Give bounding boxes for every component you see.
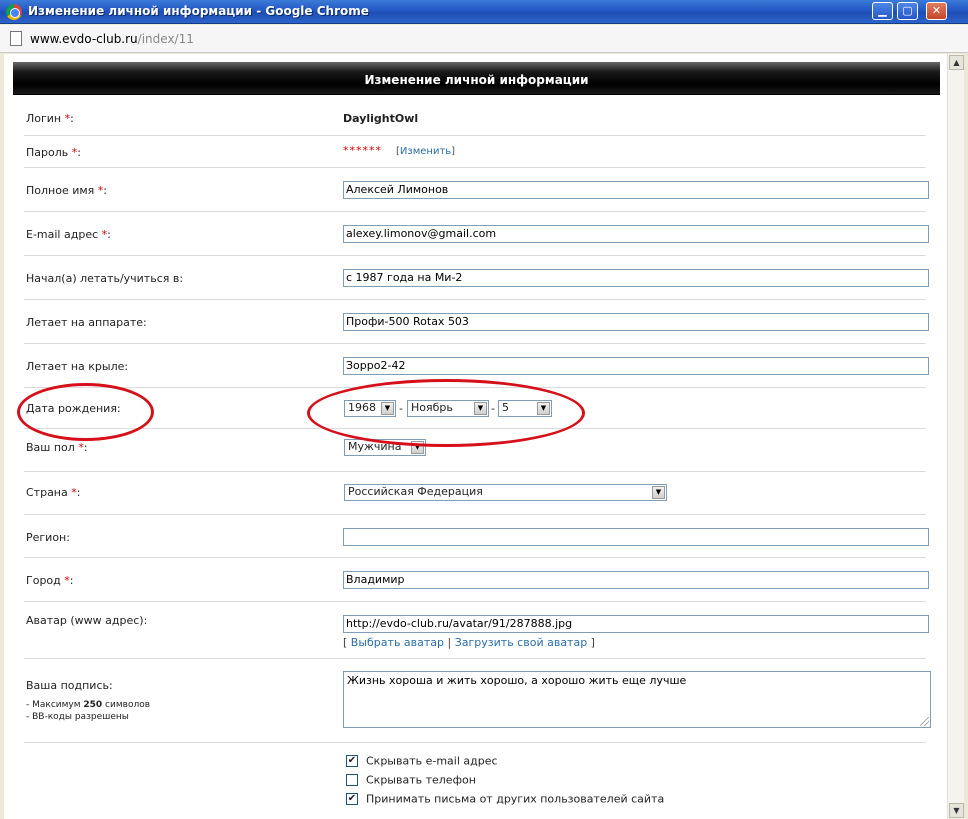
hide-phone-label: Скрывать телефон	[366, 773, 476, 787]
avatar-links: [ Выбрать аватар | Загрузить свой аватар…	[343, 636, 595, 649]
row-started: Начал(а) летать/учиться в: с 1987 года н…	[24, 256, 929, 300]
signature-hint: - Максимум 250 символов - BB-коды разреш…	[26, 700, 151, 722]
hide-phone-option[interactable]: Скрывать телефон	[346, 773, 476, 789]
row-login: Логин *: DaylightOwl	[24, 98, 926, 136]
resize-grip-icon[interactable]	[920, 717, 929, 726]
country-select[interactable]: Российская Федерация ▼	[344, 484, 667, 501]
vertical-scrollbar[interactable]: ▲ ▼	[947, 54, 964, 819]
hide-email-option[interactable]: ✔ Скрывать e-mail адрес	[346, 754, 498, 770]
aircraft-label: Летает на аппарате:	[26, 316, 147, 329]
choose-avatar-link[interactable]: Выбрать аватар	[351, 636, 444, 649]
row-password: Пароль *: ****** [Изменить]	[24, 136, 926, 168]
signature-bb-hint: - BB-коды разрешены	[26, 712, 129, 722]
options-block: ✔ Скрывать e-mail адрес Скрывать телефон …	[24, 743, 926, 813]
fullname-label: Полное имя *:	[26, 184, 108, 197]
window-titlebar: Изменение личной информации - Google Chr…	[0, 0, 968, 24]
url-path: /index/11	[137, 32, 194, 46]
gender-label: Ваш пол *:	[26, 441, 88, 454]
fullname-input[interactable]: Алексей Лимонов	[343, 181, 929, 199]
aircraft-input[interactable]: Профи-500 Rotax 503	[343, 313, 929, 331]
row-country: Страна *: Российская Федерация ▼	[24, 472, 926, 515]
accept-mail-option[interactable]: ✔ Принимать письма от других пользователе…	[346, 792, 664, 808]
minimize-button[interactable]: ▁	[872, 2, 893, 20]
page-viewport: Изменение личной информации Логин *: Day…	[4, 54, 964, 819]
row-signature: Ваша подпись: - Максимум 250 символов - …	[24, 659, 931, 743]
password-label: Пароль *:	[26, 146, 81, 159]
row-region: Регион:	[24, 515, 929, 558]
profile-form: Логин *: DaylightOwl Пароль *: ****** [И…	[24, 98, 931, 813]
scroll-up-icon[interactable]: ▲	[949, 55, 964, 70]
accept-mail-label: Принимать письма от других пользователей…	[366, 792, 665, 806]
row-city: Город *: Владимир	[24, 558, 929, 602]
wing-input[interactable]: Зорро2-42	[343, 357, 929, 375]
address-bar[interactable]: www.evdo-club.ru/index/11	[0, 25, 968, 53]
page-header: Изменение личной информации	[13, 62, 940, 95]
region-label: Регион:	[26, 531, 70, 544]
annotation-ellipse-label	[17, 383, 154, 441]
chevron-down-icon: ▼	[652, 486, 665, 499]
accept-mail-checkbox[interactable]: ✔	[346, 793, 358, 805]
hide-phone-checkbox[interactable]	[346, 774, 358, 786]
row-fullname: Полное имя *: Алексей Лимонов	[24, 168, 929, 212]
row-email: E-mail адрес *: alexey.limonov@gmail.com	[24, 212, 929, 256]
row-aircraft: Летает на аппарате: Профи-500 Rotax 503	[24, 300, 929, 344]
annotation-ellipse-date	[307, 379, 585, 447]
hide-email-checkbox[interactable]: ✔	[346, 755, 358, 767]
email-label: E-mail адрес *:	[26, 228, 111, 241]
chrome-icon	[6, 4, 22, 20]
hide-email-label: Скрывать e-mail адрес	[366, 754, 498, 768]
city-input[interactable]: Владимир	[343, 571, 929, 589]
email-input[interactable]: alexey.limonov@gmail.com	[343, 225, 929, 243]
signature-label: Ваша подпись:	[26, 679, 113, 692]
scroll-down-icon[interactable]: ▼	[949, 803, 964, 818]
avatar-input[interactable]: http://evdo-club.ru/avatar/91/287888.jpg	[343, 615, 929, 633]
avatar-label: Аватар (www адрес):	[26, 614, 148, 627]
wing-label: Летает на крыле:	[26, 360, 129, 373]
change-password-link[interactable]: Изменить	[400, 146, 451, 157]
password-value: ****** [Изменить]	[343, 144, 456, 157]
region-input[interactable]	[343, 528, 929, 546]
started-label: Начал(а) летать/учиться в:	[26, 272, 184, 285]
close-button[interactable]: ✕	[926, 2, 947, 20]
upload-avatar-link[interactable]: Загрузить свой аватар	[455, 636, 587, 649]
country-label: Страна *:	[26, 486, 81, 499]
url-host: www.evdo-club.ru	[30, 32, 138, 46]
login-label: Логин *:	[26, 112, 74, 125]
signature-max-count: 250	[83, 700, 103, 710]
started-input[interactable]: с 1987 года на Ми-2	[343, 269, 929, 287]
city-label: Город *:	[26, 574, 74, 587]
url-text[interactable]: www.evdo-club.ru/index/11	[30, 32, 194, 46]
row-avatar: Аватар (www адрес): http://evdo-club.ru/…	[24, 602, 929, 659]
password-stars: ******	[343, 144, 382, 157]
page-icon	[10, 31, 22, 46]
signature-textarea[interactable]: Жизнь хороша и жить хорошо, а хорошо жит…	[343, 671, 931, 728]
login-value: DaylightOwl	[343, 112, 419, 125]
window-title: Изменение личной информации - Google Chr…	[28, 4, 369, 18]
maximize-button[interactable]: ▢	[897, 2, 918, 20]
